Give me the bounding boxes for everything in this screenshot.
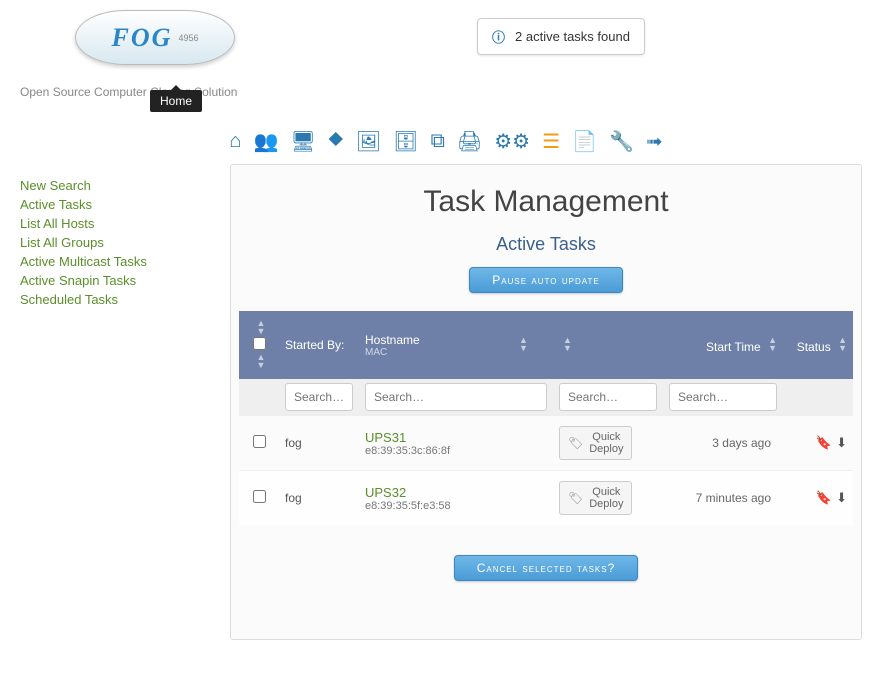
sidebar-item-4[interactable]: Active Multicast Tasks	[20, 252, 210, 271]
sort-icon[interactable]: ▲▼	[257, 353, 266, 369]
logout-icon[interactable]: ➟	[646, 129, 663, 154]
cell-hostname: UPS32e8:39:35:5f:e3:58	[359, 471, 553, 526]
logo-text: FOG	[112, 23, 173, 53]
page-title: Task Management	[231, 185, 861, 219]
quick-deploy-button[interactable]: 🏷QuickDeploy	[559, 481, 632, 515]
pause-auto-update-button[interactable]: Pause auto update	[469, 267, 622, 293]
hostname-link[interactable]: UPS32	[365, 485, 406, 500]
sidebar-item-3[interactable]: List All Groups	[20, 233, 210, 252]
users-icon[interactable]: 👥	[253, 129, 278, 154]
notification-text: 2 active tasks found	[515, 29, 630, 44]
select-all-checkbox[interactable]	[253, 337, 266, 350]
sort-icon[interactable]: ▲▼	[519, 336, 528, 352]
cell-task: 🏷QuickDeploy	[553, 416, 663, 471]
download-icon[interactable]: ⬇	[836, 435, 847, 450]
table-row: fogUPS32e8:39:35:5f:e3:58🏷QuickDeploy7 m…	[239, 471, 853, 526]
quick-deploy-button[interactable]: 🏷QuickDeploy	[559, 426, 632, 460]
sidebar-item-0[interactable]: New Search	[20, 176, 210, 195]
tag-icon: 🏷	[568, 436, 583, 450]
col-start-time[interactable]: Start Time ▲▼	[663, 311, 783, 379]
info-icon: ⓘ	[492, 27, 505, 46]
download-icon[interactable]: ⬇	[836, 490, 847, 505]
home-icon[interactable]: ⌂	[229, 130, 241, 153]
active-tasks-table: ▲▼ ▲▼ Started By: Hostname MAC ▲▼ ▲▼	[239, 311, 853, 525]
storage-icon[interactable]: 🗄	[393, 129, 418, 154]
page-subtitle: Active Tasks	[231, 234, 861, 255]
file-icon[interactable]: 📄	[572, 129, 597, 154]
bookmark-icon[interactable]: 🔖	[816, 490, 832, 505]
sidebar-item-5[interactable]: Active Snapin Tasks	[20, 271, 210, 290]
cell-hostname: UPS31e8:39:35:3c:86:8f	[359, 416, 553, 471]
cell-started-by: fog	[279, 416, 359, 471]
sort-icon[interactable]: ▲▼	[838, 336, 847, 352]
tag-icon: 🏷	[568, 491, 583, 505]
filter-started-by[interactable]	[285, 383, 353, 411]
cell-task: 🏷QuickDeploy	[553, 471, 663, 526]
bookmark-icon[interactable]: 🔖	[816, 435, 832, 450]
col-spacer2[interactable]: ▲▼	[553, 311, 663, 379]
col-checkbox: ▲▼ ▲▼	[239, 311, 279, 379]
monitor-icon[interactable]: 🖥	[290, 129, 315, 154]
row-checkbox[interactable]	[253, 490, 266, 503]
filter-hostname[interactable]	[365, 383, 547, 411]
home-tooltip: Home	[150, 90, 202, 112]
col-status[interactable]: Status ▲▼	[783, 311, 853, 379]
wrench-icon[interactable]: 🔧	[609, 129, 634, 154]
sidebar: New SearchActive TasksList All HostsList…	[0, 164, 230, 640]
sidebar-item-6[interactable]: Scheduled Tasks	[20, 290, 210, 309]
cell-status: 🔖⬇	[783, 416, 853, 471]
image-icon[interactable]: 🖼	[356, 129, 381, 154]
gears-icon[interactable]: ⚙⚙	[494, 129, 530, 154]
table-row: fogUPS31e8:39:35:3c:86:8f🏷QuickDeploy3 d…	[239, 416, 853, 471]
cancel-selected-tasks-button[interactable]: Cancel selected tasks?	[454, 555, 639, 581]
cell-started-by: fog	[279, 471, 359, 526]
main-nav: ⌂ 👥 🖥 ⯁ 🖼 🗄 ⧉ 🖨 ⚙⚙ ☰ 📄 🔧 ➟	[0, 129, 892, 154]
filter-task[interactable]	[559, 383, 657, 411]
cell-status: 🔖⬇	[783, 471, 853, 526]
cell-time: 7 minutes ago	[663, 471, 783, 526]
print-icon[interactable]: 🖨	[457, 129, 482, 154]
sort-icon[interactable]: ▲▼	[563, 336, 572, 352]
col-spacer1[interactable]: ▲▼	[509, 311, 553, 379]
main-panel: Task Management Active Tasks Pause auto …	[230, 164, 862, 640]
mac-address: e8:39:35:5f:e3:58	[365, 500, 547, 512]
mac-address: e8:39:35:3c:86:8f	[365, 445, 547, 457]
hostname-link[interactable]: UPS31	[365, 430, 406, 445]
notification-banner: ⓘ 2 active tasks found	[477, 18, 645, 55]
sidebar-item-1[interactable]: Active Tasks	[20, 195, 210, 214]
sidebar-item-2[interactable]: List All Hosts	[20, 214, 210, 233]
network-icon[interactable]: ⯁	[328, 130, 344, 153]
sort-icon[interactable]: ▲▼	[257, 319, 266, 335]
cell-time: 3 days ago	[663, 416, 783, 471]
filter-time[interactable]	[669, 383, 777, 411]
tasks-icon[interactable]: ☰	[542, 129, 560, 154]
logo[interactable]: FOG 4956	[75, 10, 235, 65]
sort-icon[interactable]: ▲▼	[768, 336, 777, 352]
copy-icon[interactable]: ⧉	[431, 130, 445, 153]
logo-version: 4956	[178, 33, 198, 43]
col-started-by[interactable]: Started By:	[279, 311, 359, 379]
col-hostname[interactable]: Hostname MAC	[359, 311, 509, 379]
row-checkbox[interactable]	[253, 435, 266, 448]
